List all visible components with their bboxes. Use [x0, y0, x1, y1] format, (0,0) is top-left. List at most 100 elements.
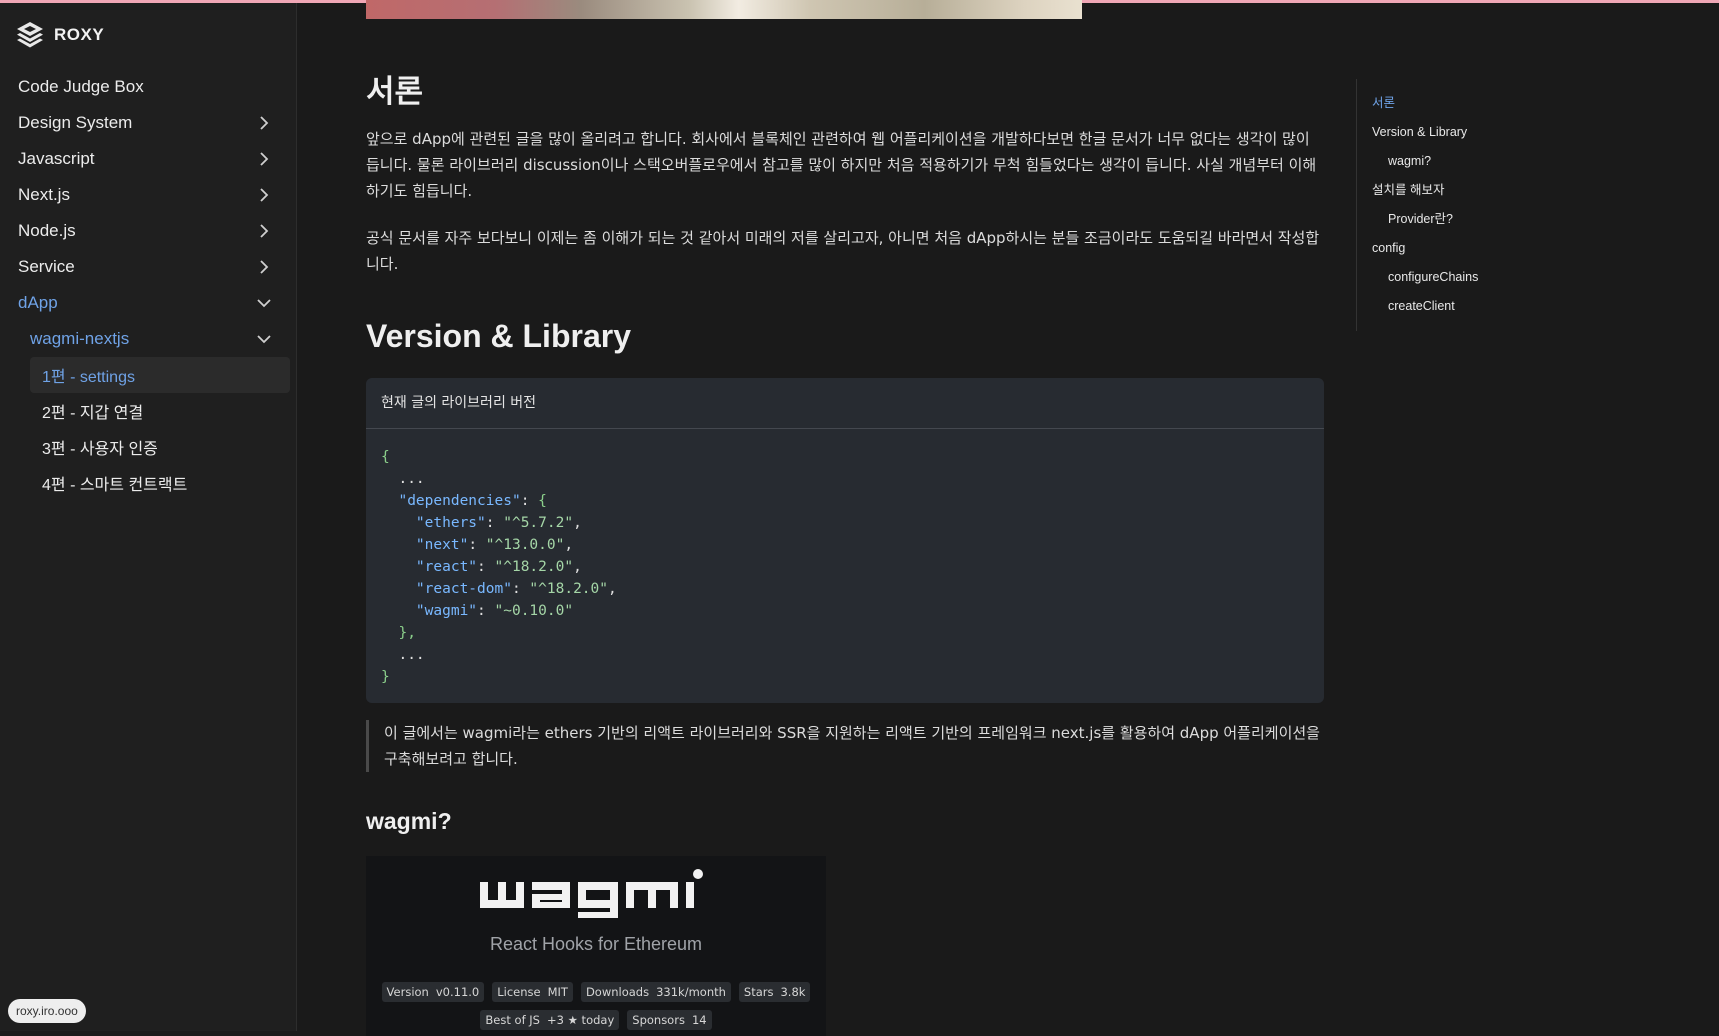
- wagmi-logo: [480, 869, 703, 918]
- sidebar-item-label: wagmi-nextjs: [30, 329, 130, 348]
- chevron-down-icon[interactable]: [255, 330, 273, 348]
- toc-item-configure-chains[interactable]: configureChains: [1372, 263, 1606, 292]
- badge-label: Version: [381, 982, 434, 1002]
- sidebar-item-service[interactable]: Service: [0, 249, 297, 285]
- code-token: {: [538, 493, 547, 509]
- toc-item-version-library[interactable]: Version & Library: [1372, 118, 1606, 147]
- code-token: "ethers": [415, 515, 486, 531]
- sidebar-item-label: dApp: [18, 293, 58, 312]
- sidebar-post-3[interactable]: 3편 - 사용자 인증: [0, 429, 297, 465]
- chevron-right-icon[interactable]: [255, 186, 273, 204]
- badge-label: Downloads: [580, 982, 655, 1002]
- badge-row: Best of JS +3 ★ today Sponsors 14: [366, 1010, 826, 1030]
- sidebar-item-label: Next.js: [18, 185, 70, 204]
- code-token: "^13.0.0": [485, 537, 565, 553]
- sidebar-item-dapp[interactable]: dApp: [0, 285, 297, 321]
- code-token: "^18.2.0": [494, 559, 574, 575]
- paragraph-intro-1: 앞으로 dApp에 관련된 글을 많이 올리려고 합니다. 회사에서 블록체인 …: [366, 130, 1317, 200]
- code-block: 현재 글의 라이브러리 버전 { ... "dependencies": { "…: [366, 378, 1324, 703]
- badge-row: Version v0.11.0 License MIT Downloads 331k/…: [366, 982, 826, 1002]
- code-content[interactable]: { ... "dependencies": { "ethers": "^5.7.…: [366, 429, 1324, 688]
- version-badge[interactable]: Version v0.11.0: [381, 982, 485, 1002]
- badge-value: 14: [689, 1010, 712, 1030]
- sidebar-item-code-judge-box[interactable]: Code Judge Box: [0, 69, 297, 105]
- sidebar-item-wagmi-nextjs[interactable]: wagmi-nextjs: [0, 321, 297, 357]
- toc-item-intro[interactable]: 서론: [1372, 89, 1606, 118]
- code-token: "react": [415, 559, 478, 575]
- sidebar-item-label: Code Judge Box: [18, 77, 144, 96]
- sidebar-item-nodejs[interactable]: Node.js: [0, 213, 297, 249]
- badge-label: License: [492, 982, 546, 1002]
- code-block-title: 현재 글의 라이브러리 버전: [366, 378, 1324, 429]
- code-token: "next": [415, 537, 469, 553]
- sidebar-item-label: Node.js: [18, 221, 76, 240]
- code-token: }: [381, 669, 390, 685]
- badge-value: 3.8k: [778, 982, 811, 1002]
- code-token: ,: [564, 537, 574, 553]
- blockquote: 이 글에서는 wagmi라는 ethers 기반의 리액트 라이브러리와 SSR…: [366, 720, 1324, 772]
- sidebar-item-label: 1편 - settings: [42, 369, 135, 386]
- chevron-down-icon[interactable]: [255, 294, 273, 312]
- code-token: "dependencies": [398, 493, 521, 509]
- toc-item-wagmi[interactable]: wagmi?: [1372, 147, 1606, 176]
- chevron-right-icon[interactable]: [255, 150, 273, 168]
- code-token: ...: [398, 471, 425, 487]
- badge-value: +3 ★ today: [544, 1010, 620, 1030]
- sidebar-item-nextjs[interactable]: Next.js: [0, 177, 297, 213]
- code-token: "react-dom": [415, 581, 512, 597]
- badge-label: Stars: [738, 982, 779, 1002]
- badge-label: Best of JS: [480, 1010, 545, 1030]
- stars-badge[interactable]: Stars 3.8k: [738, 982, 811, 1002]
- downloads-badge[interactable]: Downloads 331k/month: [580, 982, 731, 1002]
- toc-item-create-client[interactable]: createClient: [1372, 292, 1606, 321]
- toc-item-install[interactable]: 설치를 해보자: [1372, 176, 1606, 205]
- hero-image: [366, 0, 1082, 19]
- roxy-logo-icon: [17, 22, 43, 48]
- toc-item-provider[interactable]: Provider란?: [1372, 205, 1606, 234]
- code-token: "^5.7.2": [503, 515, 574, 531]
- quote-text: 이 글에서는 wagmi라는 ethers 기반의 리액트 라이브러리와 SSR…: [384, 724, 1320, 768]
- badge-value: MIT: [545, 982, 573, 1002]
- badge-value: 331k/month: [654, 982, 731, 1002]
- badge-label: Sponsors: [627, 1010, 690, 1030]
- sidebar-nav: Code Judge Box Design System Javascript …: [0, 69, 297, 501]
- toc-item-config[interactable]: config: [1372, 234, 1606, 263]
- wagmi-banner-image: React Hooks for Ethereum Version v0.11.0 …: [366, 856, 826, 1036]
- badge-value: v0.11.0: [433, 982, 485, 1002]
- sidebar-item-label: Service: [18, 257, 75, 276]
- chevron-right-icon[interactable]: [255, 114, 273, 132]
- code-token: },: [398, 625, 416, 641]
- chevron-right-icon[interactable]: [255, 258, 273, 276]
- brand-name: ROXY: [54, 25, 105, 44]
- paragraph-intro-2: 공식 문서를 자주 보다보니 이제는 좀 이해가 되는 것 같아서 미래의 저를…: [366, 229, 1320, 273]
- heading-wagmi: wagmi?: [366, 808, 452, 834]
- heading-intro: 서론: [366, 74, 424, 109]
- sidebar-item-javascript[interactable]: Javascript: [0, 141, 297, 177]
- site-url-badge[interactable]: roxy.iro.ooo: [8, 999, 86, 1023]
- code-token: ,: [573, 559, 582, 575]
- wagmi-tagline: React Hooks for Ethereum: [489, 934, 703, 954]
- code-token: ,: [573, 515, 582, 531]
- best-of-js-badge[interactable]: Best of JS +3 ★ today: [480, 1010, 620, 1030]
- brand[interactable]: ROXY: [14, 19, 104, 51]
- heading-version-library: Version & Library: [366, 318, 631, 354]
- sidebar: ROXY Code Judge Box Design System Javasc…: [0, 3, 297, 1031]
- sidebar-post-2[interactable]: 2편 - 지갑 연결: [0, 393, 297, 429]
- sidebar-item-label: 3편 - 사용자 인증: [42, 441, 158, 458]
- sidebar-post-1[interactable]: 1편 - settings: [30, 357, 290, 393]
- table-of-contents: 서론 Version & Library wagmi? 설치를 해보자 Prov…: [1356, 79, 1606, 331]
- code-token: "~0.10.0": [494, 603, 574, 619]
- chevron-right-icon[interactable]: [255, 222, 273, 240]
- sidebar-item-label: Javascript: [18, 149, 95, 168]
- sidebar-item-label: 4편 - 스마트 컨트랙트: [42, 477, 188, 494]
- license-badge[interactable]: License MIT: [492, 982, 573, 1002]
- sidebar-post-4[interactable]: 4편 - 스마트 컨트랙트: [0, 465, 297, 501]
- code-token: "^18.2.0": [529, 581, 608, 597]
- sidebar-item-design-system[interactable]: Design System: [0, 105, 297, 141]
- code-token: ...: [398, 647, 425, 663]
- code-token: "wagmi": [415, 603, 478, 619]
- sidebar-item-label: 2편 - 지갑 연결: [42, 405, 144, 422]
- sponsors-badge[interactable]: Sponsors 14: [627, 1010, 712, 1030]
- sidebar-item-label: Design System: [18, 113, 133, 132]
- code-token: ,: [608, 581, 617, 597]
